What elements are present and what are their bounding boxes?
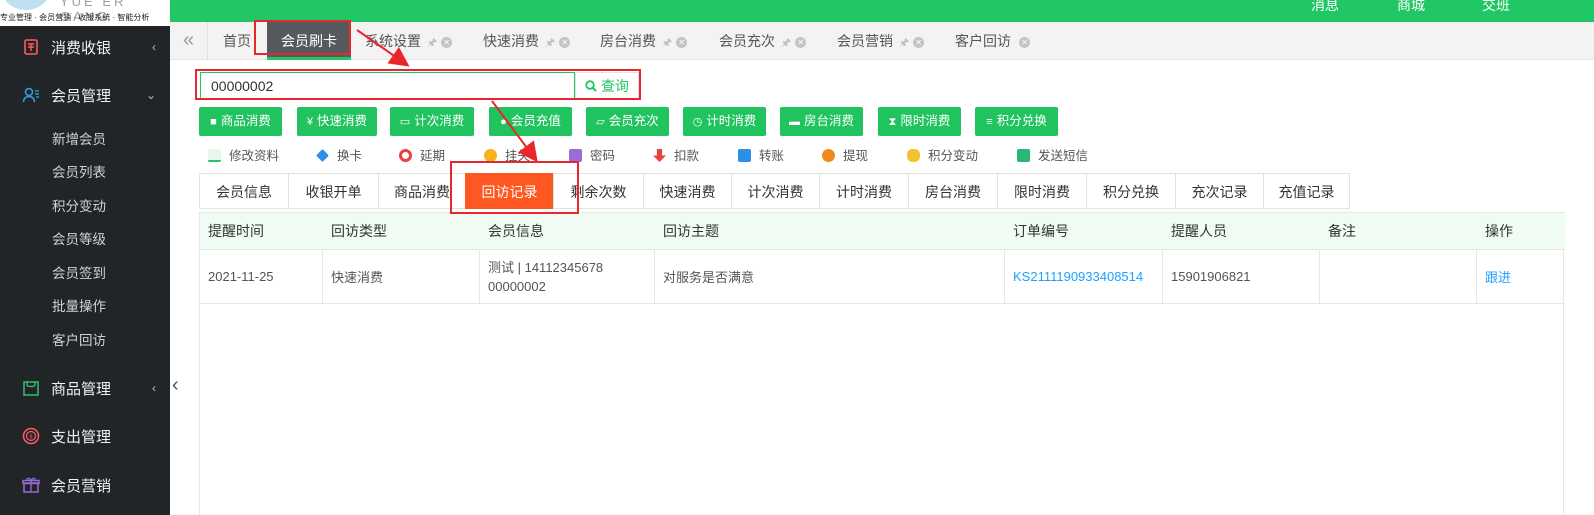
annotation-arrow (491, 100, 538, 163)
annotation-arrow (356, 29, 410, 67)
annotation-arrows (356, 29, 538, 163)
